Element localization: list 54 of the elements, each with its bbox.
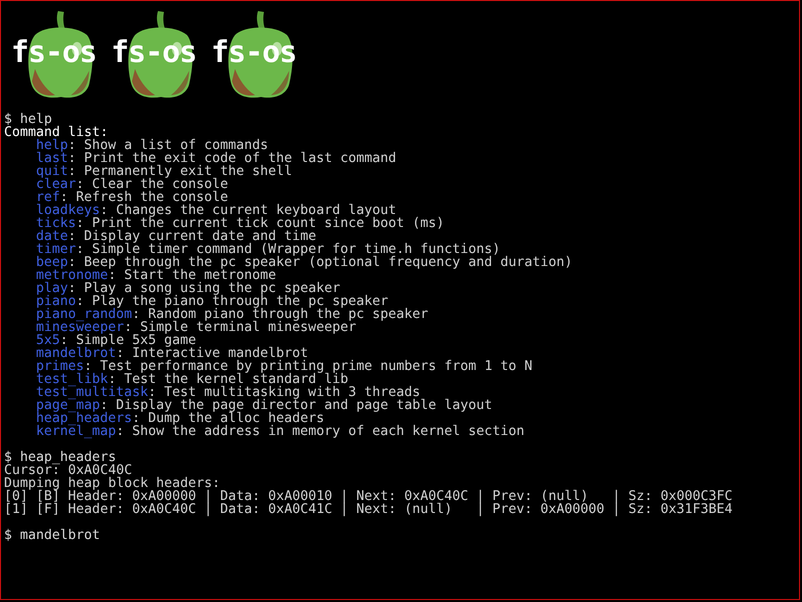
command-description: : Clear the console bbox=[76, 177, 228, 192]
command-name: mandelbrot bbox=[36, 346, 116, 361]
prompt-line: $ mandelbrot bbox=[4, 528, 100, 543]
command-name: page_map bbox=[36, 398, 100, 413]
command-name: help bbox=[36, 138, 68, 153]
command-description: : Print the current tick count since boot (ms) bbox=[76, 216, 444, 231]
command-description: : Start the metronome bbox=[108, 268, 276, 283]
prompt-line: $ heap_headers bbox=[4, 450, 116, 465]
command-description: : Interactive mandelbrot bbox=[116, 346, 308, 361]
command-description: : Show the address in memory of each kernel section bbox=[116, 424, 524, 439]
command-name: piano bbox=[36, 294, 76, 309]
command-description: : Display the page director and page table layout bbox=[100, 398, 492, 413]
command-name: beep bbox=[36, 255, 68, 270]
command-description: : Print the exit code of the last command bbox=[68, 151, 396, 166]
command-name: primes bbox=[36, 359, 84, 374]
output-line: Cursor: 0xA0C40C bbox=[4, 463, 132, 478]
command-name: last bbox=[36, 151, 68, 166]
command-name: kernel_map bbox=[36, 424, 116, 439]
command-description: : Random piano through the pc speaker bbox=[132, 307, 428, 322]
command-description: : Permanently exit the shell bbox=[68, 164, 292, 179]
command-name: minesweeper bbox=[36, 320, 124, 335]
output-line: [0] [B] Header: 0xA00000 | Data: 0xA00010 | Next: 0xA0C40C | Prev: (null) | Sz: 0x000C3FC bbox=[4, 489, 732, 504]
command-description: : Refresh the console bbox=[60, 190, 228, 205]
command-description: : Simple timer command (Wrapper for time.h functions) bbox=[76, 242, 500, 257]
command-description: : Dump the alloc headers bbox=[132, 411, 324, 426]
command-name: piano_random bbox=[36, 307, 132, 322]
command-description: : Play the piano through the pc speaker bbox=[76, 294, 388, 309]
command-name: play bbox=[36, 281, 68, 296]
command-name: 5x5 bbox=[36, 333, 60, 348]
command-name: heap_headers bbox=[36, 411, 132, 426]
command-name: loadkeys bbox=[36, 203, 100, 218]
command-name: date bbox=[36, 229, 68, 244]
command-name: ticks bbox=[36, 216, 76, 231]
command-name: ref bbox=[36, 190, 60, 205]
command-name: timer bbox=[36, 242, 76, 257]
command-description: : Test performance by printing prime numbers from 1 to N bbox=[84, 359, 532, 374]
command-description: : Simple terminal minesweeper bbox=[124, 320, 356, 335]
command-name: test_multitask bbox=[36, 385, 148, 400]
command-description: : Display current date and time bbox=[68, 229, 316, 244]
output-line: Dumping heap block headers: bbox=[4, 476, 220, 491]
command-description: : Show a list of commands bbox=[68, 138, 268, 153]
command-name: quit bbox=[36, 164, 68, 179]
command-description: : Beep through the pc speaker (optional frequency and duration) bbox=[68, 255, 572, 270]
output-line: [1] [F] Header: 0xA0C40C | Data: 0xA0C41C | Next: (null) | Prev: 0xA00000 | Sz: 0x31F3BE4 bbox=[4, 502, 732, 517]
command-name: metronome bbox=[36, 268, 108, 283]
command-description: : Changes the current keyboard layout bbox=[100, 203, 396, 218]
command-description: : Simple 5x5 game bbox=[60, 333, 196, 348]
command-description: : Play a song using the pc speaker bbox=[68, 281, 340, 296]
output-heading: Command list: bbox=[4, 125, 108, 140]
command-description: : Test the kernel standard lib bbox=[108, 372, 348, 387]
prompt-line: $ help bbox=[4, 112, 52, 127]
command-name: test_libk bbox=[36, 372, 108, 387]
command-description: : Test multitasking with 3 threads bbox=[148, 385, 420, 400]
command-name: clear bbox=[36, 177, 76, 192]
